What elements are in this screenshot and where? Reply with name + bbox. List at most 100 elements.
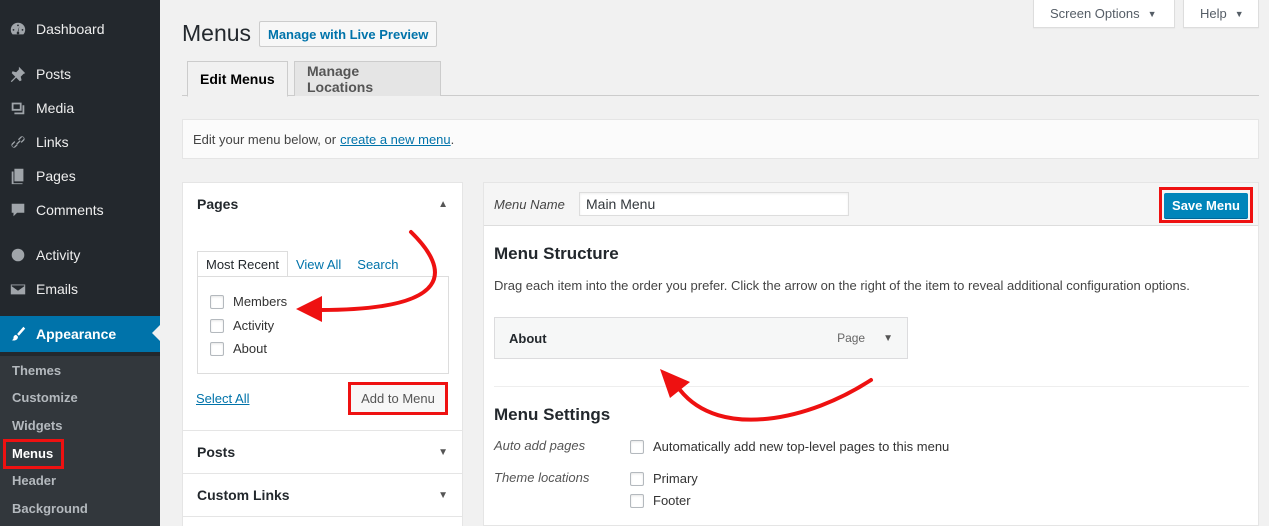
caret-down-icon: ▼ xyxy=(1234,8,1244,19)
checkbox[interactable] xyxy=(630,493,644,508)
sidebar-item-label: Comments xyxy=(36,202,104,218)
sidebar-item-appearance[interactable]: Appearance xyxy=(0,316,160,352)
caret-up-icon: ▲ xyxy=(438,198,448,210)
screen-options-label: Screen Options xyxy=(1050,6,1140,21)
annotation-box-menus xyxy=(3,439,64,469)
menu-item-about[interactable]: About Page ▼ xyxy=(494,317,908,359)
sidebar-item-label: Activity xyxy=(36,247,81,263)
menu-header: Menu Name Save Menu xyxy=(484,183,1258,226)
checkbox[interactable] xyxy=(210,294,224,309)
email-icon xyxy=(0,280,36,298)
menu-item-title: About xyxy=(509,330,547,346)
comment-icon xyxy=(0,201,36,219)
posts-accordion-title: Posts xyxy=(197,444,236,460)
help-button[interactable]: Help ▼ xyxy=(1183,0,1259,28)
tab-search[interactable]: Search xyxy=(349,251,406,277)
dashboard-icon xyxy=(0,20,36,38)
theme-locations-label: Theme locations xyxy=(494,470,590,485)
pages-accordion-header[interactable]: Pages ▲ xyxy=(183,183,462,225)
add-to-menu-button[interactable]: Add to Menu xyxy=(348,382,448,415)
edit-notice: Edit your menu below, or create a new me… xyxy=(182,119,1259,159)
next-accordion xyxy=(182,516,463,526)
pin-icon xyxy=(0,65,36,83)
auto-add-text: Automatically add new top-level pages to… xyxy=(653,439,950,454)
pages-tabs: Most Recent View All Search xyxy=(197,251,406,277)
submenu-background[interactable]: Background xyxy=(12,501,88,516)
brush-icon xyxy=(0,325,36,343)
location-label: Primary xyxy=(653,471,698,486)
page-option-activity[interactable]: Activity xyxy=(210,318,274,333)
menu-edit-panel: Menu Name Save Menu Menu Structure Drag … xyxy=(483,182,1259,526)
page-title: Menus xyxy=(182,20,252,46)
custom-links-accordion-title: Custom Links xyxy=(197,487,290,503)
caret-down-icon: ▼ xyxy=(1147,8,1157,19)
menu-name-input[interactable] xyxy=(579,192,849,216)
sidebar-item-links[interactable]: Links xyxy=(0,125,160,159)
pages-icon xyxy=(0,167,36,185)
posts-accordion: Posts ▼ xyxy=(182,430,463,474)
location-label: Footer xyxy=(653,493,691,508)
location-footer[interactable]: Footer xyxy=(630,493,691,508)
activity-icon xyxy=(0,246,36,264)
checkbox[interactable] xyxy=(630,439,644,454)
save-menu-button[interactable]: Save Menu xyxy=(1159,187,1253,223)
submenu-themes[interactable]: Themes xyxy=(12,363,61,378)
divider xyxy=(494,386,1249,387)
sidebar-item-label: Dashboard xyxy=(36,21,105,37)
menu-structure-desc: Drag each item into the order you prefer… xyxy=(494,278,1190,293)
submenu-customize[interactable]: Customize xyxy=(12,390,78,405)
checkbox[interactable] xyxy=(210,341,224,356)
checkbox[interactable] xyxy=(630,471,644,486)
tab-manage-locations[interactable]: Manage Locations xyxy=(294,61,441,96)
menu-structure-title: Menu Structure xyxy=(494,244,619,263)
page-option-label: Members xyxy=(233,294,288,309)
custom-links-accordion-header[interactable]: Custom Links ▼ xyxy=(183,474,462,516)
page-option-members[interactable]: Members xyxy=(210,294,287,309)
tab-edit-menus[interactable]: Edit Menus xyxy=(187,61,288,97)
sidebar-item-dashboard[interactable]: Dashboard xyxy=(0,12,160,46)
custom-links-accordion: Custom Links ▼ xyxy=(182,473,463,517)
page-option-about[interactable]: About xyxy=(210,341,267,356)
notice-text: Edit your menu below, or xyxy=(193,131,337,147)
auto-add-label: Auto add pages xyxy=(494,438,586,453)
tab-most-recent[interactable]: Most Recent xyxy=(197,251,288,277)
location-primary[interactable]: Primary xyxy=(630,471,698,486)
sidebar-item-label: Appearance xyxy=(36,326,117,342)
screen-options-button[interactable]: Screen Options ▼ xyxy=(1033,0,1175,28)
caret-down-icon: ▼ xyxy=(438,489,448,501)
sidebar-item-pages[interactable]: Pages xyxy=(0,159,160,193)
help-label: Help xyxy=(1200,6,1227,21)
submenu-widgets[interactable]: Widgets xyxy=(12,418,62,433)
page-option-label: About xyxy=(233,341,267,356)
checkbox[interactable] xyxy=(210,318,224,333)
caret-down-icon[interactable]: ▼ xyxy=(883,333,893,344)
sidebar-item-emails[interactable]: Emails xyxy=(0,272,160,306)
save-menu-label: Save Menu xyxy=(1164,192,1248,218)
caret-down-icon: ▼ xyxy=(438,446,448,458)
sidebar-item-comments[interactable]: Comments xyxy=(0,193,160,227)
notice-end: . xyxy=(450,131,455,147)
sidebar-item-label: Pages xyxy=(36,168,76,184)
page-option-label: Activity xyxy=(233,318,275,333)
media-icon xyxy=(0,99,36,117)
auto-add-option[interactable]: Automatically add new top-level pages to… xyxy=(630,439,949,454)
create-new-menu-link[interactable]: create a new menu xyxy=(340,132,451,147)
sidebar-item-label: Emails xyxy=(36,281,79,297)
select-all-link[interactable]: Select All xyxy=(196,391,249,406)
menu-settings-title: Menu Settings xyxy=(494,405,611,424)
menu-name-label: Menu Name xyxy=(494,197,565,212)
submenu-header[interactable]: Header xyxy=(12,473,56,488)
menu-item-type: Page xyxy=(837,331,866,345)
sidebar-item-posts[interactable]: Posts xyxy=(0,57,160,91)
sidebar-item-label: Links xyxy=(36,134,69,150)
admin-sidebar: Dashboard Posts Media Links Pages Commen… xyxy=(0,0,160,526)
sidebar-item-media[interactable]: Media xyxy=(0,91,160,125)
tab-view-all[interactable]: View All xyxy=(288,251,349,277)
sidebar-item-label: Posts xyxy=(36,66,72,82)
live-preview-button[interactable]: Manage with Live Preview xyxy=(259,21,438,47)
sidebar-item-label: Media xyxy=(36,100,75,116)
posts-accordion-header[interactable]: Posts ▼ xyxy=(183,431,462,473)
sidebar-item-activity[interactable]: Activity xyxy=(0,238,160,272)
link-icon xyxy=(0,133,36,151)
pages-accordion-title: Pages xyxy=(197,196,239,212)
